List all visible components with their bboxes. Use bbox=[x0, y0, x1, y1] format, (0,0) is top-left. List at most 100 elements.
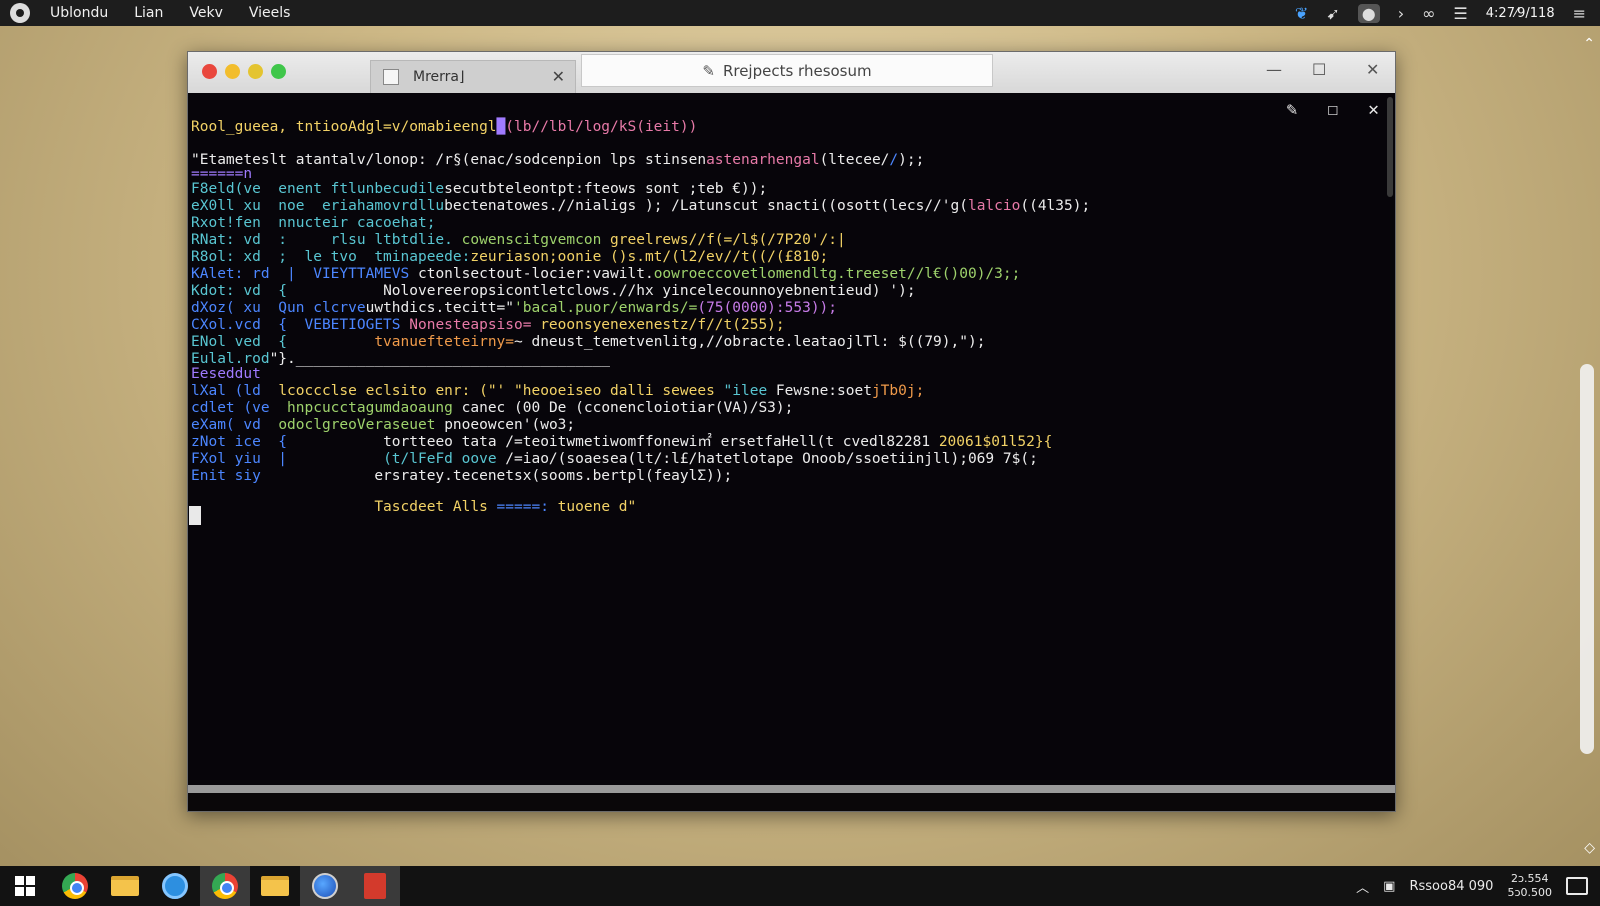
book-icon bbox=[364, 873, 386, 899]
terminal-token: / bbox=[889, 152, 899, 168]
maximize-icon[interactable]: ☐ bbox=[1327, 99, 1338, 120]
terminal-token: FXol yiu | bbox=[191, 451, 384, 467]
tab-mrerra[interactable]: Mrerra⌋ ✕ bbox=[370, 60, 576, 93]
minimize-button[interactable]: — bbox=[1266, 60, 1282, 79]
close-icon[interactable]: ✕ bbox=[1368, 99, 1379, 120]
terminal-token: zNot ice { bbox=[191, 434, 384, 450]
terminal-line: zNot ice { tortteeo tata /=teoitwmetiwom… bbox=[191, 434, 1052, 451]
menu-item-ublondu[interactable]: Ublondu bbox=[50, 5, 108, 21]
terminal-token: Rool_gueea, tntiooAdgl=v/omabieengl bbox=[191, 119, 497, 135]
clock-line-2: 5ᴐ0.500 bbox=[1507, 886, 1552, 899]
terminal-token: reoonsyenexenestz/f//t(255); bbox=[540, 317, 785, 333]
terminal-token: oowroeccovetlomendltg.treeset//l€()00)/3… bbox=[653, 266, 1021, 282]
terminal-line: dXoz( xu Qun clcrveuwthdics.tecitt="'bac… bbox=[191, 300, 837, 317]
tab-label: Rrejpects rhesosum bbox=[722, 61, 872, 80]
taskbar-file-explorer[interactable] bbox=[100, 866, 150, 906]
terminal-line: F8eld(ve enent ftlunbecudilesecutbteleon… bbox=[191, 181, 767, 198]
terminal-token: Enit siy bbox=[191, 468, 375, 484]
signal-icon[interactable]: ➹ bbox=[1326, 4, 1339, 23]
terminal-token: ctonlsectout-locier:vawilt. bbox=[417, 266, 654, 282]
terminal-token: Fewsne:soet bbox=[767, 383, 872, 399]
chevron-icon[interactable]: › bbox=[1398, 4, 1404, 23]
network-icon[interactable]: ☰ bbox=[1453, 4, 1467, 23]
terminal-token: Tascdeet Alls bbox=[374, 499, 497, 515]
terminal-token: ENol ved { bbox=[191, 334, 375, 350]
terminal-line: Rool_gueea, tntiooAdgl=v/omabieengl█(lb/… bbox=[191, 119, 697, 136]
edge-icon bbox=[162, 873, 188, 899]
terminal-token: tvanuefteteirny= bbox=[374, 334, 515, 350]
terminal-token: canec (00 De (cconencloiotiar(VA)/S3); bbox=[461, 400, 794, 416]
globe-icon bbox=[312, 873, 338, 899]
terminal-line: R8ol: xd ; le tvo tminapeede:zeuriason;o… bbox=[191, 249, 828, 266]
terminal-token: bectenatowes.//nialigs bbox=[444, 198, 637, 214]
terminal-token: cowenscitgvemcon bbox=[461, 232, 602, 248]
maximize-button[interactable]: ☐ bbox=[1312, 60, 1326, 79]
taskbar-chrome[interactable] bbox=[50, 866, 100, 906]
terminal-line: "Etameteslt atantalv/lonop: /r§(enac/sod… bbox=[191, 152, 924, 169]
window-titlebar[interactable]: Mrerra⌋ ✕ ✎ Rrejpects rhesosum — ☐ ✕ bbox=[188, 52, 1395, 93]
terminal-token: lcoccclse eclsito enr: ("' "heooeiseo da… bbox=[278, 383, 724, 399]
terminal-token: odoclgreoVeraseuet bbox=[278, 417, 445, 433]
top-clock[interactable]: 4:27⁄9/118 bbox=[1486, 6, 1555, 21]
terminal-token: R8ol: xd ; le tvo tminapeede: bbox=[191, 249, 471, 265]
terminal-token: 20061$01l52}{ bbox=[938, 434, 1053, 450]
scroll-down-icon[interactable]: ◇ bbox=[1584, 840, 1595, 856]
terminal-token: eXam( vd bbox=[191, 417, 279, 433]
terminal-token: );; bbox=[898, 152, 925, 168]
terminal-area[interactable]: ✎ ☐ ✕ Rool_gueea, tntiooAdgl=v/omabieeng… bbox=[188, 93, 1395, 793]
terminal-line: RNat: vd : rlsu ltbtdlie. cowenscitgvemc… bbox=[191, 232, 846, 249]
fullscreen-dot-icon[interactable] bbox=[271, 64, 286, 79]
terminal-token: 'bacal.puor/enwards/= bbox=[514, 300, 698, 316]
taskbar-clock[interactable]: 2ᴐ.554 5ᴐ0.500 bbox=[1507, 872, 1552, 900]
terminal-line: Kdot: vd { Nolovereeropsicontletclows.//… bbox=[191, 283, 916, 300]
bird-icon[interactable]: ❦ bbox=[1295, 4, 1308, 23]
terminal-token: tuoene d" bbox=[548, 499, 637, 515]
terminal-token: "Etameteslt atantalv/lonop: /r§(enac/sod… bbox=[191, 152, 707, 168]
notifications-icon[interactable] bbox=[1566, 877, 1588, 895]
folder-icon bbox=[261, 876, 289, 896]
menu-item-vieels[interactable]: Vieels bbox=[249, 5, 291, 21]
taskbar-browser[interactable] bbox=[300, 866, 350, 906]
terminal-token: ersratey.tecenetsx(sooms.bertpl(feaylΣ))… bbox=[374, 468, 733, 484]
terminal-token: dXoz( xu Qun clcrve bbox=[191, 300, 366, 316]
edit-icon[interactable]: ✎ bbox=[1286, 99, 1297, 120]
terminal-token: Rxot!fen nnucteir cacoehat; bbox=[191, 215, 436, 231]
zoom-dot-icon[interactable] bbox=[248, 64, 263, 79]
close-button[interactable]: ✕ bbox=[1366, 60, 1379, 79]
tray-chevron-icon[interactable]: ︿ bbox=[1356, 877, 1369, 896]
tray-display-icon[interactable]: ▣ bbox=[1383, 879, 1395, 894]
terminal-token: (ltecee/ bbox=[819, 152, 890, 168]
terminal-token: CXol.vcd { VEBETIOGETS bbox=[191, 317, 410, 333]
terminal-toolbar: ✎ ☐ ✕ bbox=[1286, 99, 1379, 120]
terminal-scrollbar[interactable] bbox=[1387, 97, 1393, 197]
menu-item-vekv[interactable]: Vekv bbox=[189, 5, 223, 21]
taskbar-book[interactable] bbox=[350, 866, 400, 906]
tab-rrejpects[interactable]: ✎ Rrejpects rhesosum bbox=[581, 54, 993, 87]
taskbar-files[interactable] bbox=[250, 866, 300, 906]
scroll-up-icon[interactable]: ⌃ bbox=[1583, 36, 1595, 52]
link-icon[interactable]: ∞ bbox=[1422, 4, 1435, 23]
terminal-line: Enit siy ersratey.tecenetsx(sooms.bertpl… bbox=[191, 468, 732, 485]
terminal-token: Eeseddut bbox=[191, 366, 261, 382]
close-dot-icon[interactable] bbox=[202, 64, 217, 79]
terminal-token: lalcio bbox=[967, 198, 1021, 214]
system-logo-icon[interactable] bbox=[10, 3, 30, 23]
terminal-line: FXol yiu | (t/lFeFd oove /=iao/(soaesea(… bbox=[191, 451, 1038, 468]
taskbar-chrome-active[interactable] bbox=[200, 866, 250, 906]
user-icon[interactable]: ● bbox=[1357, 3, 1380, 23]
terminal-token: (lb//lbl/log/kS(ieit)) bbox=[505, 119, 698, 135]
top-panel: Ublondu Lian Vekv Vieels ❦ ➹ ● › ∞ ☰ 4:2… bbox=[0, 0, 1600, 26]
terminal-token: tortteeo tata /=teoitwmetiwomffonewi㎡ er… bbox=[383, 434, 939, 450]
menu-item-lian[interactable]: Lian bbox=[134, 5, 163, 21]
terminal-token: ~ dneust_temetvenlitg,//obracte.leataojl… bbox=[514, 334, 986, 350]
terminal-token: Nonesteapsiso= bbox=[409, 317, 541, 333]
tray-status-text[interactable]: Rssoo84 090 bbox=[1409, 879, 1493, 894]
minimize-dot-icon[interactable] bbox=[225, 64, 240, 79]
tab-close-icon[interactable]: ✕ bbox=[552, 67, 565, 86]
terminal-line: lXal (ld lcoccclse eclsito enr: ("' "heo… bbox=[191, 383, 924, 400]
terminal-line: CXol.vcd { VEBETIOGETS Nonesteapsiso= re… bbox=[191, 317, 785, 334]
start-button[interactable] bbox=[0, 866, 50, 906]
menu-icon[interactable]: ≡ bbox=[1573, 4, 1586, 23]
taskbar-edge[interactable] bbox=[150, 866, 200, 906]
desktop-scrollbar[interactable] bbox=[1580, 364, 1594, 754]
